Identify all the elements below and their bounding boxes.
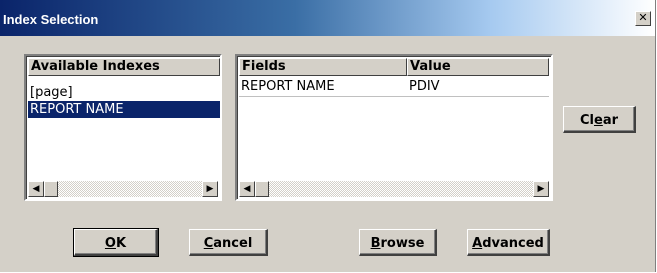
available-indexes-list[interactable]: Available Indexes [page] REPORT NAME ◀ ▶ [24,54,222,201]
dialog-title: Index Selection [3,12,99,27]
ok-label-post: K [115,236,127,251]
value-cell[interactable]: PDIV [407,78,440,95]
browse-label-post: rowse [380,236,425,251]
fields-column-header[interactable]: Fields [239,58,407,76]
clear-label-accelerator: e [593,113,603,128]
fields-value-table[interactable]: Fields Value REPORT NAME PDIV ◀ ▶ [235,54,553,201]
scroll-right-icon[interactable]: ▶ [533,181,549,197]
cancel-label-post: ancel [213,236,253,251]
scroll-left-icon[interactable]: ◀ [239,181,255,197]
cancel-label-accelerator: C [203,236,214,251]
available-indexes-scrollbar[interactable]: ◀ ▶ [28,181,218,197]
fields-table-scrollbar[interactable]: ◀ ▶ [239,181,549,197]
field-cell: REPORT NAME [241,79,335,94]
advanced-button[interactable]: Advanced [467,229,550,256]
scroll-thumb[interactable] [44,181,58,197]
row-divider [239,96,549,97]
clear-button[interactable]: Clear [563,106,636,133]
list-item-selected[interactable]: REPORT NAME [28,101,220,118]
advanced-label-post: dvanced [482,236,544,251]
ok-label-accelerator: O [104,236,116,251]
browse-label-accelerator: B [370,236,381,251]
scroll-thumb[interactable] [255,181,269,197]
browse-button[interactable]: Browse [359,229,437,256]
ok-button[interactable]: OK [73,228,159,257]
clear-label-pre: Cl [579,113,594,128]
available-indexes-header: Available Indexes [28,58,220,76]
scroll-right-icon[interactable]: ▶ [202,181,218,197]
cancel-button[interactable]: Cancel [189,229,268,256]
close-icon[interactable]: ✕ [635,11,651,26]
value-column-header[interactable]: Value [407,58,549,76]
index-selection-dialog: Index Selection ✕ Available Indexes [pag… [0,0,656,272]
list-item[interactable]: [page] [28,84,220,101]
clear-label-post: ar [602,113,618,128]
advanced-label-accelerator: A [472,236,483,251]
table-row[interactable]: REPORT NAME PDIV [239,78,549,95]
title-bar[interactable]: Index Selection ✕ [0,0,655,36]
scroll-left-icon[interactable]: ◀ [28,181,44,197]
